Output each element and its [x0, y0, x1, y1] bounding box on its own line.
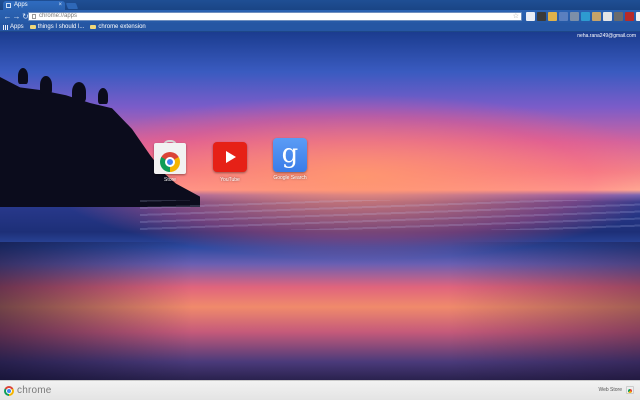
user-email[interactable]: neha.rana249@gmail.com [577, 33, 636, 39]
tab-title: Apps [14, 2, 28, 8]
youtube-icon[interactable] [213, 140, 247, 174]
url-text: chrome://apps [39, 13, 78, 19]
extension-2-icon[interactable] [537, 12, 546, 21]
chrome-web-store-icon[interactable] [153, 140, 187, 174]
app-youtube[interactable]: YouTube [204, 140, 256, 183]
app-store[interactable]: Store [144, 140, 196, 183]
web-store-link[interactable]: Web Store [598, 386, 634, 394]
google-search-icon[interactable]: g [273, 138, 307, 172]
app-google-search[interactable]: g Google Search [264, 138, 316, 181]
background-waves [140, 200, 640, 230]
extension-3-icon[interactable] [548, 12, 557, 21]
extension-4-icon[interactable] [559, 12, 568, 21]
background-tree [72, 82, 86, 102]
footer-bar: chrome Web Store [0, 380, 640, 400]
extension-11-icon[interactable] [636, 12, 640, 21]
extension-7-icon[interactable] [592, 12, 601, 21]
folder-icon [90, 25, 97, 29]
background-tree [40, 76, 52, 94]
background-tree [98, 88, 108, 104]
apps-page: neha.rana249@gmail.com Store YouTube g G… [0, 32, 640, 380]
extension-9-icon[interactable] [614, 12, 623, 21]
app-label: Google Search [273, 175, 307, 181]
page-icon [32, 14, 36, 19]
chrome-logo-icon [4, 385, 14, 396]
toolbar: ← → ↻ chrome://apps ☆ [0, 10, 640, 23]
bookmark-apps[interactable]: Apps [3, 24, 24, 31]
apps-grid-icon [3, 24, 8, 30]
bookmark-star-icon[interactable]: ☆ [513, 13, 519, 20]
extension-10-icon[interactable] [625, 12, 634, 21]
web-store-icon[interactable] [626, 386, 634, 394]
bookmarks-bar: Apps things I should l... chrome extensi… [0, 23, 640, 32]
background-tree [18, 68, 28, 84]
apps-tab-icon [6, 3, 11, 8]
bookmark-folder-chrome-extension[interactable]: chrome extension [90, 24, 146, 31]
back-icon[interactable]: ← [3, 12, 12, 22]
extension-6-icon[interactable] [581, 12, 590, 21]
extension-8-icon[interactable] [603, 12, 612, 21]
app-label: Store [164, 177, 176, 183]
tab-apps[interactable]: Apps × [3, 1, 65, 10]
background-shore [0, 242, 640, 380]
extension-5-icon[interactable] [570, 12, 579, 21]
bookmark-folder-things[interactable]: things I should l... [29, 24, 84, 31]
extension-icons [526, 12, 640, 21]
footer-brand: chrome [17, 384, 52, 396]
new-tab-button[interactable] [65, 3, 79, 9]
tab-strip: Apps × [0, 0, 640, 10]
web-store-label[interactable]: Web Store [598, 387, 622, 393]
address-bar[interactable]: chrome://apps ☆ [28, 12, 522, 21]
extension-1-icon[interactable] [526, 12, 535, 21]
forward-icon[interactable]: → [12, 12, 21, 22]
app-label: YouTube [220, 177, 240, 183]
close-icon[interactable]: × [58, 2, 62, 9]
folder-icon [29, 25, 36, 29]
